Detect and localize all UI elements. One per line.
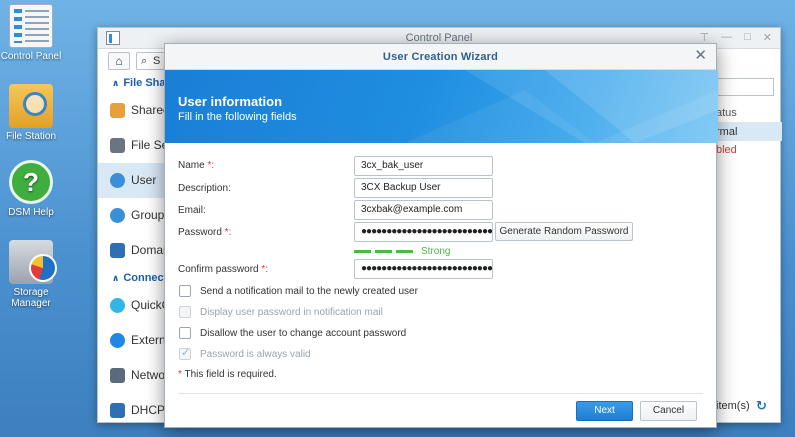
group-icon bbox=[110, 208, 125, 223]
next-button[interactable]: Next bbox=[576, 401, 633, 421]
sidebar-item-label: Netwo bbox=[131, 368, 166, 382]
sidebar-item-external-access[interactable]: Extern bbox=[98, 323, 168, 358]
user-icon bbox=[110, 173, 125, 188]
file-station-icon bbox=[9, 84, 53, 128]
minimize-icon[interactable]: — bbox=[721, 31, 732, 44]
generate-password-button[interactable]: Generate Random Password bbox=[495, 222, 633, 241]
cancel-button[interactable]: Cancel bbox=[640, 401, 697, 421]
control-panel-sidebar: ∧ File Sha Shared File Se User Group Doma… bbox=[98, 73, 168, 422]
sidebar-item-shared-folder[interactable]: Shared bbox=[98, 93, 168, 128]
name-label: Name *: bbox=[178, 160, 215, 171]
sidebar-item-file-services[interactable]: File Se bbox=[98, 128, 168, 163]
password-label: Password *: bbox=[178, 227, 232, 238]
strength-bar-segment bbox=[396, 250, 413, 253]
globe-icon bbox=[110, 333, 125, 348]
file-services-icon bbox=[110, 138, 125, 153]
shared-folder-icon bbox=[110, 103, 125, 118]
sidebar-item-quickconnect[interactable]: QuickC bbox=[98, 288, 168, 323]
wizard-footer: Next Cancel bbox=[178, 393, 703, 427]
sidebar-item-user[interactable]: User bbox=[98, 163, 168, 198]
desktop-icon-dsm-help[interactable]: ? DSM Help bbox=[0, 160, 62, 218]
close-icon[interactable]: ✕ bbox=[763, 31, 772, 44]
strength-text: Strong bbox=[421, 246, 451, 257]
checkbox bbox=[179, 346, 191, 360]
sidebar-item-label: User bbox=[131, 173, 157, 187]
table-row[interactable]: rmal bbox=[716, 123, 782, 141]
email-field[interactable]: 3cxbak@example.com bbox=[354, 200, 493, 220]
user-search-input[interactable] bbox=[716, 78, 774, 96]
confirm-password-field[interactable]: ●●●●●●●●●●●●●●●●●●●●●●●●●●●●●●●● bbox=[354, 259, 493, 279]
name-field[interactable]: 3cx_bak_user bbox=[354, 156, 493, 176]
domain-icon bbox=[110, 243, 125, 258]
sidebar-item-label: Group bbox=[131, 208, 165, 222]
home-button[interactable]: ⌂ bbox=[108, 52, 130, 70]
maximize-icon[interactable]: □ bbox=[744, 31, 751, 44]
sidebar-item-label: File Se bbox=[131, 138, 168, 152]
description-label: Description: bbox=[178, 183, 231, 194]
password-field[interactable]: ●●●●●●●●●●●●●●●●●●●●●●●●●●●●●●●● bbox=[354, 222, 493, 242]
sidebar-item-label: QuickC bbox=[131, 298, 168, 312]
quickconnect-icon bbox=[110, 298, 125, 313]
sidebar-item-group[interactable]: Group bbox=[98, 198, 168, 233]
sidebar-item-label: DHCP S bbox=[131, 403, 168, 417]
item-count: item(s) bbox=[716, 400, 750, 412]
sidebar-item-domain[interactable]: Domai bbox=[98, 233, 168, 268]
checkbox-password-always-valid: Password is always valid bbox=[179, 346, 311, 360]
email-label: Email: bbox=[178, 205, 206, 216]
section-header-connectivity[interactable]: ∧ Connect bbox=[98, 268, 168, 288]
close-icon[interactable]: ✕ bbox=[694, 48, 707, 64]
control-panel-icon bbox=[9, 4, 53, 48]
checkbox-display-password: Display user password in notification ma… bbox=[179, 306, 383, 318]
checkbox-send-notification[interactable]: Send a notification mail to the newly cr… bbox=[179, 285, 418, 297]
storage-manager-icon bbox=[9, 240, 57, 284]
wizard-banner: User information Fill in the following f… bbox=[165, 70, 718, 143]
desktop-icon-label: File Station bbox=[5, 131, 57, 142]
desktop-icon-file-station[interactable]: File Station bbox=[0, 84, 62, 142]
status-cell: bled bbox=[716, 144, 737, 156]
help-icon: ? bbox=[9, 160, 53, 204]
checkbox[interactable] bbox=[179, 285, 191, 297]
section-header-file-sharing[interactable]: ∧ File Sha bbox=[98, 73, 168, 93]
checkbox bbox=[179, 306, 191, 318]
chevron-up-icon: ∧ bbox=[112, 273, 120, 283]
wizard-title: User Creation Wizard bbox=[382, 51, 499, 63]
desktop-icon-label: Control Panel bbox=[0, 51, 62, 62]
sidebar-item-label: Domai bbox=[131, 243, 166, 257]
wizard-heading: User information bbox=[178, 94, 283, 109]
desktop-icon-label: Storage Manager bbox=[11, 287, 51, 309]
refresh-icon[interactable]: ↻ bbox=[756, 398, 767, 414]
desktop-icon-storage-manager[interactable]: Storage Manager bbox=[0, 240, 62, 309]
desktop-icon-control-panel[interactable]: Control Panel bbox=[0, 4, 62, 62]
sidebar-item-label: Extern bbox=[131, 333, 166, 347]
table-row[interactable]: bled bbox=[716, 141, 782, 159]
user-creation-wizard: User Creation Wizard ✕ User information … bbox=[164, 43, 718, 428]
network-icon bbox=[110, 368, 125, 383]
chevron-up-icon: ∧ bbox=[112, 78, 120, 88]
checkbox-disallow-password-change[interactable]: Disallow the user to change account pass… bbox=[179, 327, 406, 339]
wizard-subheading: Fill in the following fields bbox=[178, 111, 297, 123]
status-cell: rmal bbox=[716, 126, 738, 138]
password-strength-meter: Strong bbox=[354, 246, 450, 257]
strength-bar-segment bbox=[375, 250, 392, 253]
checkbox[interactable] bbox=[179, 327, 191, 339]
confirm-password-label: Confirm password *: bbox=[178, 264, 269, 275]
sidebar-item-label: Shared bbox=[131, 103, 168, 117]
strength-bar-segment bbox=[354, 250, 371, 253]
wizard-titlebar[interactable]: User Creation Wizard ✕ bbox=[165, 44, 716, 70]
desktop-icon-label: DSM Help bbox=[8, 207, 54, 218]
required-field-note: * This field is required. bbox=[178, 369, 277, 380]
dhcp-server-icon bbox=[110, 403, 125, 418]
sidebar-item-network[interactable]: Netwo bbox=[98, 358, 168, 393]
sidebar-item-dhcp-server[interactable]: DHCP S bbox=[98, 393, 168, 428]
column-header-status[interactable]: atus bbox=[716, 103, 782, 123]
description-field[interactable]: 3CX Backup User bbox=[354, 178, 493, 198]
